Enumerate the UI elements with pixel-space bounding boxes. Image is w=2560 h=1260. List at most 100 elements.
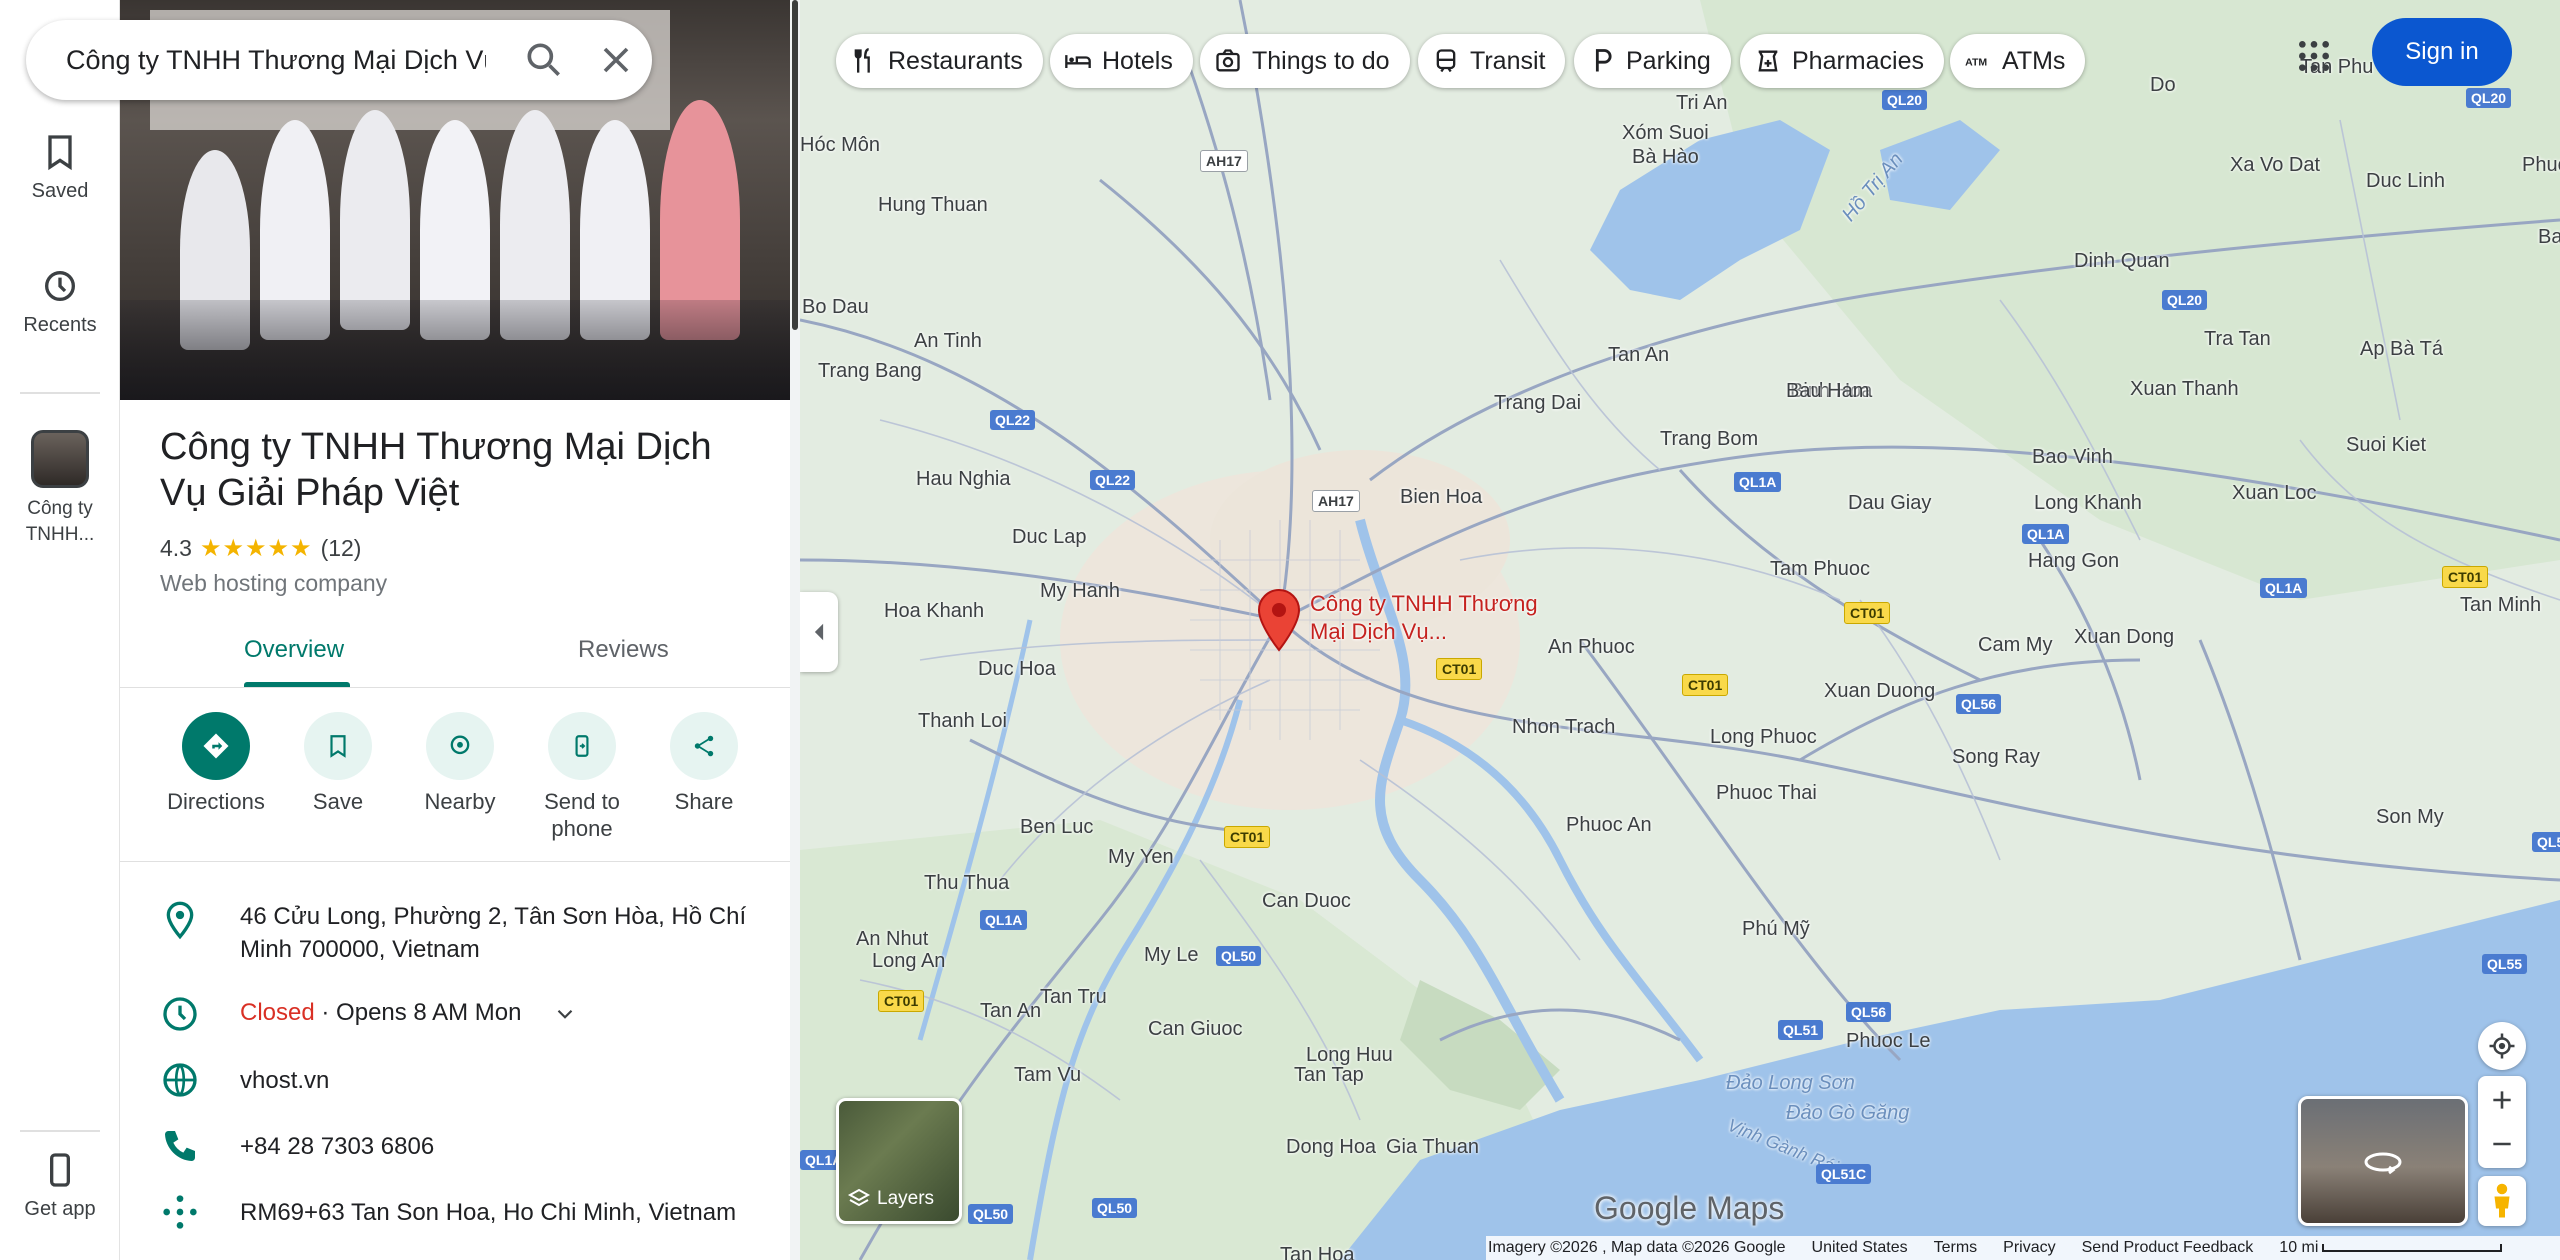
directions-button[interactable]: Directions (146, 712, 286, 815)
marker-label[interactable]: Công ty TNHH Thương Mại Dịch Vụ... (1310, 590, 1540, 646)
share-button[interactable]: Share (634, 712, 774, 815)
map-place-label[interactable]: Thu Thua (924, 872, 1009, 895)
map-place-label[interactable]: Hoa Khanh (884, 600, 984, 623)
map-place-label[interactable]: Can Duoc (1262, 890, 1351, 913)
zoom-in-icon[interactable] (2489, 1087, 2515, 1113)
map-place-label[interactable]: Tan Minh (2460, 594, 2541, 617)
map-place-label[interactable]: My Hanh (1040, 580, 1120, 603)
map-place-label[interactable]: Phuoc Thai (1716, 782, 1817, 805)
map-place-label[interactable]: My Le (1144, 944, 1198, 967)
map-place-label[interactable]: Duc Hoa (978, 658, 1056, 681)
chip-atms[interactable]: ATM ATMs (1950, 34, 2086, 88)
map-place-label[interactable]: Phuoc Vinh (2522, 154, 2560, 177)
location-marker-icon[interactable] (1256, 588, 1302, 654)
map-place-label[interactable]: An Nhut (856, 928, 928, 951)
tab-overview[interactable]: Overview (244, 636, 344, 664)
map-place-label[interactable]: Bac (2538, 226, 2560, 249)
region-link[interactable]: United States (1812, 1239, 1908, 1257)
map-place-label[interactable]: Phú Mỹ (1742, 918, 1810, 941)
map-place-label[interactable]: Dau Giay (1848, 492, 1931, 515)
map-place-label[interactable]: Long An (872, 950, 945, 973)
review-count[interactable]: (12) (321, 535, 362, 562)
search-input[interactable] (66, 38, 486, 82)
recents-button[interactable]: Recents (0, 266, 120, 337)
layers-button[interactable]: Layers (836, 1098, 962, 1224)
map-place-label[interactable]: Tra Tan (2204, 328, 2271, 351)
map-place-label[interactable]: Cam My (1978, 634, 2052, 657)
map-place-label[interactable]: Xuan Thanh (2130, 378, 2239, 401)
map-place-label[interactable]: Do (2150, 74, 2176, 97)
map-canvas[interactable]: Hóc Môn Hung Thuan Bo Dau An Tinh Trang … (800, 0, 2560, 1260)
map-place-label[interactable]: Nhon Trach (1512, 716, 1615, 739)
chip-parking[interactable]: Parking (1574, 34, 1731, 88)
map-island-label[interactable]: Đảo Gò Găng (1786, 1102, 1909, 1125)
scale-control[interactable]: 10 mi (2279, 1239, 2503, 1257)
map-place-label[interactable]: Bien Hoa (1400, 486, 1482, 509)
pegman-button[interactable] (2478, 1176, 2526, 1226)
map-place-label[interactable]: Hóc Môn (800, 134, 880, 157)
map-island-label[interactable]: Đảo Long Sơn (1726, 1072, 1855, 1095)
map-place-label[interactable]: Thanh Loi (918, 710, 1007, 733)
map-place-label[interactable]: Tam Phuoc (1770, 558, 1870, 581)
map-place-label[interactable]: Xuan Dong (2074, 626, 2174, 649)
map-place-label[interactable]: Xa Vo Dat (2230, 154, 2320, 177)
chip-pharmacies[interactable]: Pharmacies (1740, 34, 1944, 88)
send-to-phone-button[interactable]: Send to phone (512, 712, 652, 842)
map-place-label[interactable]: Trang Bang (818, 360, 922, 383)
privacy-link[interactable]: Privacy (2003, 1239, 2055, 1257)
map-place-label[interactable]: Bao Vinh (2032, 446, 2113, 469)
panel-scrollbar-thumb[interactable] (792, 0, 798, 330)
map-place-label[interactable]: Tri An (1676, 92, 1728, 115)
map-place-label[interactable]: Dong Hoa (1286, 1136, 1376, 1159)
map-place-label[interactable]: Trang Bom (1660, 428, 1758, 451)
street-view-thumbnail[interactable] (2298, 1096, 2468, 1226)
nearby-button[interactable]: Nearby (390, 712, 530, 815)
map-place-label[interactable]: Son My (2376, 806, 2444, 829)
chip-transit[interactable]: Transit (1418, 34, 1566, 88)
map-place-label[interactable]: Tan An (1608, 344, 1669, 367)
map-place-label[interactable]: Bo Dau (802, 296, 869, 319)
map-place-label[interactable]: Can Giuoc (1148, 1018, 1243, 1041)
chip-restaurants[interactable]: Restaurants (836, 34, 1043, 88)
chevron-down-icon[interactable] (552, 1001, 578, 1027)
map-place-label[interactable]: Hau Nghia (916, 468, 1011, 491)
map-place-label[interactable]: Xuan Loc (2232, 482, 2317, 505)
collapse-panel-button[interactable] (800, 592, 838, 672)
map-place-label[interactable]: Suoi Kiet (2346, 434, 2426, 457)
my-location-button[interactable] (2478, 1022, 2526, 1070)
map-place-label[interactable]: Long Khanh (2034, 492, 2142, 515)
map-place-label[interactable]: Bà Hào (1632, 146, 1699, 169)
map-place-label[interactable]: Xuan Duong (1824, 680, 1935, 703)
place-category[interactable]: Web hosting company (160, 570, 387, 597)
map-place-label[interactable]: Xóm Suoi (1622, 122, 1709, 145)
map-place-label[interactable]: Phuoc An (1566, 814, 1652, 837)
feedback-link[interactable]: Send Product Feedback (2082, 1239, 2254, 1257)
map-place-label[interactable]: An Phuoc (1548, 636, 1635, 659)
map-place-label[interactable]: Duc Linh (2366, 170, 2445, 193)
recent-place-item[interactable]: Công ty TNHH... (0, 430, 120, 548)
terms-link[interactable]: Terms (1934, 1239, 1978, 1257)
map-place-label[interactable]: Tan An (980, 1000, 1041, 1023)
map-place-label[interactable]: Tan Hoa (1280, 1244, 1355, 1260)
map-place-label[interactable]: Dinh Quan (2074, 250, 2170, 273)
map-place-label[interactable]: Hang Gon (2028, 550, 2119, 573)
map-place-label[interactable]: Gia Thuan (1386, 1136, 1479, 1159)
tab-reviews[interactable]: Reviews (578, 636, 669, 664)
map-place-label[interactable]: An Tinh (914, 330, 982, 353)
map-place-label[interactable]: Tan Tru (1040, 986, 1107, 1009)
map-place-label[interactable]: Song Ray (1952, 746, 2040, 769)
sign-in-button[interactable]: Sign in (2372, 18, 2512, 86)
map-place-label[interactable]: Duc Lap (1012, 526, 1087, 549)
map-place-label[interactable]: Hung Thuan (878, 194, 988, 217)
map-place-label[interactable]: Long Phuoc (1710, 726, 1817, 749)
get-app-button[interactable]: Get app (0, 1150, 120, 1221)
zoom-out-icon[interactable] (2489, 1131, 2515, 1157)
map-place-label[interactable]: Tam Vu (1014, 1064, 1081, 1087)
map-place-label[interactable]: Tan Tap (1294, 1064, 1364, 1087)
chip-things-to-do[interactable]: Things to do (1200, 34, 1410, 88)
search-box[interactable] (26, 20, 652, 100)
map-place-label[interactable]: Ben Luc (1020, 816, 1093, 839)
chip-hotels[interactable]: Hotels (1050, 34, 1193, 88)
map-place-label[interactable]: Ap Bà Tá (2360, 338, 2443, 361)
google-apps-icon[interactable] (2294, 36, 2334, 76)
